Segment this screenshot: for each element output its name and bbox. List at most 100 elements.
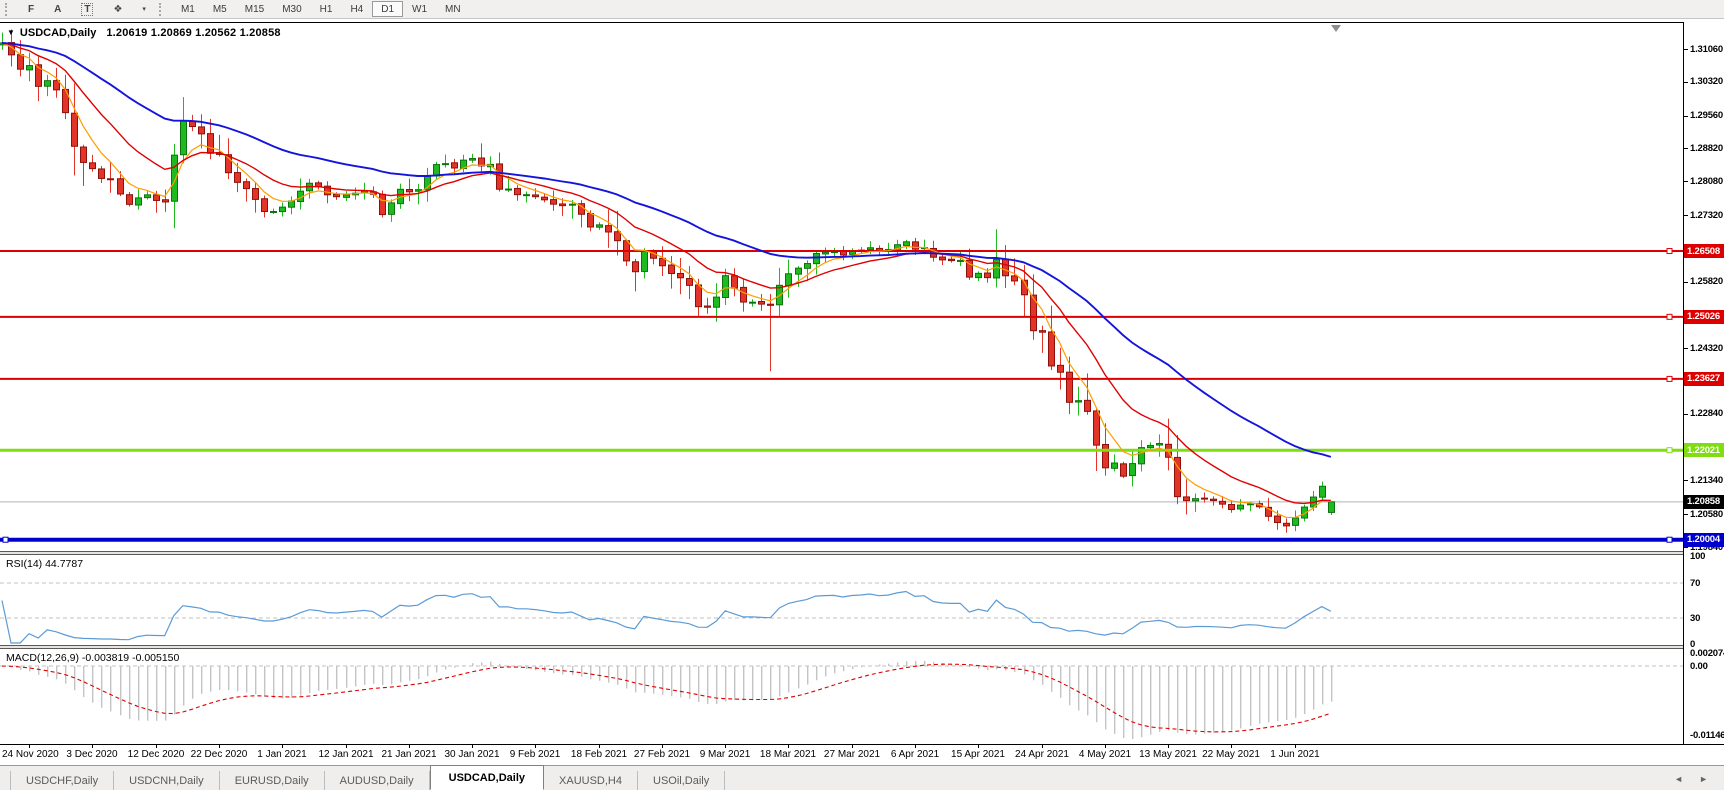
arrows-tool-button[interactable]: ❖ <box>103 1 132 17</box>
macd-bar <box>481 662 483 666</box>
tab-audusd-daily[interactable]: AUDUSD,Daily <box>325 771 430 790</box>
text-box-tool-button[interactable]: T <box>71 1 103 17</box>
candle-body <box>785 273 792 287</box>
date-label: 9 Feb 2021 <box>509 749 561 760</box>
rsi-pane[interactable]: RSI(14) 44.7787 <box>0 555 1683 645</box>
timeframe-button-m15[interactable]: M15 <box>236 1 273 17</box>
macd-bar <box>599 666 601 681</box>
macd-bar <box>924 660 926 666</box>
macd-bar <box>192 666 194 699</box>
main-chart-pane[interactable]: ▼ USDCAD,Daily 1.20619 1.20869 1.20562 1.2… <box>0 22 1683 551</box>
candle-body <box>1048 331 1055 367</box>
candle-body <box>532 194 539 198</box>
candle-body <box>98 168 105 179</box>
candle-body <box>505 188 512 191</box>
macd-bar <box>553 666 555 674</box>
candle-body <box>53 80 60 91</box>
candle-body <box>1011 275 1018 282</box>
toolbar-grip[interactable] <box>5 2 11 16</box>
line-handle[interactable] <box>1666 313 1673 320</box>
timeframe-button-h1[interactable]: H1 <box>311 1 342 17</box>
macd-bar <box>201 666 203 694</box>
macd-chart <box>0 660 1683 739</box>
tab-usdcad-daily[interactable]: USDCAD,Daily <box>429 765 545 790</box>
timeframe-button-m30[interactable]: M30 <box>273 1 310 17</box>
candle-body <box>279 206 286 213</box>
macd-bar <box>1295 666 1297 718</box>
candle-body <box>758 300 765 305</box>
tab-usdcnh-daily[interactable]: USDCNH,Daily <box>114 771 220 790</box>
timeframe-button-mn[interactable]: MN <box>436 1 470 17</box>
price-axis[interactable]: 1.31060 1.30320 1.29560 1.28820 1.28080 1.273… <box>1683 22 1724 744</box>
macd-bar <box>752 666 754 701</box>
candle-body <box>1201 497 1208 500</box>
tab-eurusd-daily[interactable]: EURUSD,Daily <box>220 771 325 790</box>
toolbar-grip[interactable] <box>158 2 165 16</box>
line-handle[interactable] <box>1666 248 1673 255</box>
price-tick-label: 1.27320 <box>1690 209 1723 221</box>
candle-body <box>731 275 738 289</box>
candle-body <box>605 225 612 233</box>
candle-body <box>343 194 350 198</box>
text-label-tool-icon: A <box>54 3 62 15</box>
tab-usdchf-daily[interactable]: USDCHF,Daily <box>10 771 115 790</box>
tab-scroll-right-icon[interactable]: ► <box>1699 774 1708 784</box>
macd-bar <box>1033 666 1035 681</box>
chart-shift-marker[interactable] <box>1331 25 1341 32</box>
date-axis-tick <box>599 745 600 748</box>
date-axis[interactable]: 24 Nov 2020 3 Dec 2020 12 Dec 2020 22 Dec 2… <box>0 744 1724 765</box>
price-tick-label: 1.28820 <box>1690 142 1723 154</box>
timeframe-button-m5[interactable]: M5 <box>204 1 236 17</box>
candle-body <box>270 210 277 213</box>
macd-pane[interactable]: MACD(12,26,9) -0.003819 -0.005150 <box>0 649 1683 744</box>
date-axis-tick <box>282 745 283 748</box>
tab-xauusd-h4[interactable]: XAUUSD,H4 <box>544 771 638 790</box>
line-handle[interactable] <box>1666 536 1673 543</box>
candle-body <box>975 272 982 279</box>
title-dropdown-icon[interactable]: ▼ <box>7 28 15 37</box>
price-axis-tick <box>1684 115 1688 117</box>
macd-bar <box>734 666 736 701</box>
timeframe-button-h4[interactable]: H4 <box>341 1 372 17</box>
candle-body <box>451 162 458 169</box>
line-handle[interactable] <box>1666 447 1673 454</box>
timeframe-button-w1[interactable]: W1 <box>403 1 436 17</box>
price-axis-tick <box>1684 480 1688 482</box>
macd-bar <box>779 666 781 697</box>
macd-bar <box>1250 666 1252 726</box>
macd-bar <box>770 666 772 700</box>
macd-bar <box>373 666 375 684</box>
macd-bar <box>129 666 131 719</box>
fibonacci-tool-icon: F <box>28 3 35 15</box>
candle-body <box>1228 503 1235 511</box>
candle-body <box>62 88 69 114</box>
date-axis-tick <box>156 745 157 748</box>
candle-body <box>153 194 160 201</box>
candle-body <box>614 231 621 242</box>
macd-bar <box>816 666 818 681</box>
text-label-tool-button[interactable]: A <box>44 1 71 17</box>
candle-body <box>252 188 259 200</box>
fibonacci-tool-button[interactable]: F <box>18 1 44 17</box>
date-label: 21 Jan 2021 <box>381 749 437 760</box>
timeframe-button-d1[interactable]: D1 <box>372 1 404 17</box>
arrows-dropdown-button[interactable]: ▾ <box>132 1 156 17</box>
line-handle[interactable] <box>1666 375 1673 382</box>
candle-body <box>1102 444 1109 469</box>
macd-bar <box>933 661 935 666</box>
macd-bar <box>526 666 528 670</box>
arrows-tool-icon: ❖ <box>113 3 123 15</box>
candle-body <box>17 54 24 70</box>
line-handle[interactable] <box>2 536 9 543</box>
candle-body <box>107 178 114 181</box>
date-axis-tick <box>915 745 916 748</box>
candle-body <box>867 247 874 251</box>
rsi-axis-label: 70 <box>1690 577 1701 589</box>
macd-bar <box>355 666 357 687</box>
timeframe-button-m1[interactable]: M1 <box>172 1 204 17</box>
tab-usoil-daily[interactable]: USOil,Daily <box>638 771 726 790</box>
candle-body <box>1156 442 1163 446</box>
macd-bar <box>1186 666 1188 735</box>
candle-body <box>162 199 169 203</box>
tab-scroll-left-icon[interactable]: ◄ <box>1674 774 1683 784</box>
